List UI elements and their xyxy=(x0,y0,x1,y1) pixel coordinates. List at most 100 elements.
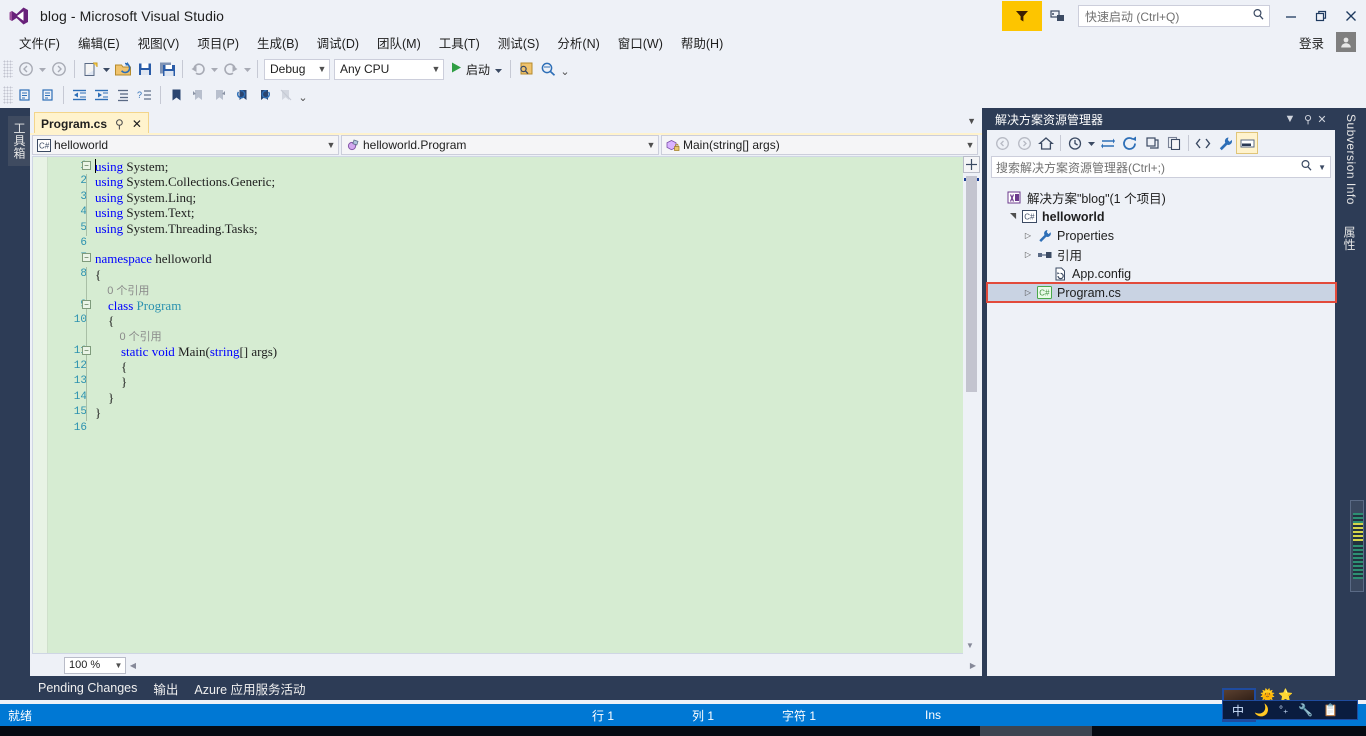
outlining-collapse-icon[interactable]: − xyxy=(82,345,91,355)
navigate-forward-icon[interactable] xyxy=(48,58,70,80)
menu-view[interactable]: 视图(V) xyxy=(129,32,189,53)
maximize-restore-button[interactable] xyxy=(1306,1,1336,31)
tree-item[interactable]: ▷ Properties xyxy=(987,226,1336,245)
expander-collapsed-icon[interactable]: ▷ xyxy=(1021,231,1035,240)
close-icon[interactable]: ✕ xyxy=(132,117,142,131)
menu-window[interactable]: 窗口(W) xyxy=(609,32,672,53)
punctuation-icon[interactable]: °₊ xyxy=(1274,705,1293,716)
redo-icon[interactable] xyxy=(220,58,242,80)
toolbar-grip[interactable] xyxy=(3,60,13,78)
decrease-indent-icon[interactable] xyxy=(68,84,90,106)
scroll-left-icon[interactable]: ◀ xyxy=(126,661,140,670)
expander-collapsed-icon[interactable]: ▷ xyxy=(1021,288,1035,297)
editor-horizontal-scrollbar[interactable] xyxy=(140,658,966,672)
bottom-tab-output[interactable]: 输出 xyxy=(145,679,186,698)
collapse-all-icon[interactable] xyxy=(1141,132,1163,154)
quick-launch-input[interactable]: 快速启动 (Ctrl+Q) xyxy=(1078,5,1270,27)
navbar-type-combo[interactable]: helloworld.Program ▼ xyxy=(341,135,659,155)
outlining-collapse-icon[interactable]: − xyxy=(82,161,91,170)
show-all-files-icon[interactable] xyxy=(1163,132,1185,154)
start-debug-button[interactable]: 启动 xyxy=(446,58,506,80)
properties-wrench-icon[interactable] xyxy=(1214,132,1236,154)
moon-icon[interactable]: 🌙 xyxy=(1249,703,1274,717)
forward-icon[interactable] xyxy=(1013,132,1035,154)
bottom-tab-pending-changes[interactable]: Pending Changes xyxy=(30,681,145,695)
refresh-icon[interactable] xyxy=(1119,132,1141,154)
clear-bookmarks-icon[interactable] xyxy=(275,84,297,106)
expander-expanded-icon[interactable]: ◣ xyxy=(1006,212,1020,221)
previous-bookmark-in-folder-icon[interactable] xyxy=(231,84,253,106)
pending-changes-icon[interactable] xyxy=(1064,132,1086,154)
view-code-icon[interactable] xyxy=(1192,132,1214,154)
tree-item[interactable]: ◣ C# helloworld xyxy=(987,207,1336,226)
minimize-button[interactable] xyxy=(1276,1,1306,31)
toolbar-overflow-icon[interactable]: ⌄ xyxy=(297,84,309,106)
tree-item[interactable]: App.config xyxy=(987,264,1336,283)
outlining-collapse-icon[interactable]: − xyxy=(82,299,91,309)
undo-icon[interactable] xyxy=(187,58,209,80)
wrench-icon[interactable]: 🔧 xyxy=(1293,703,1318,717)
account-avatar-icon[interactable] xyxy=(1336,32,1356,52)
next-bookmark-icon[interactable] xyxy=(209,84,231,106)
tree-item[interactable]: 解决方案"blog"(1 个项目) xyxy=(987,188,1336,207)
increase-indent-icon[interactable] xyxy=(90,84,112,106)
split-editor-icon[interactable] xyxy=(963,156,980,173)
next-bookmark-in-folder-icon[interactable] xyxy=(253,84,275,106)
new-project-dropdown-icon[interactable] xyxy=(101,58,112,80)
save-icon[interactable] xyxy=(134,58,156,80)
menu-edit[interactable]: 编辑(E) xyxy=(69,32,129,53)
undo-dropdown-icon[interactable] xyxy=(209,58,220,80)
menu-debug[interactable]: 调试(D) xyxy=(308,32,368,53)
bottom-tab-azure-activity[interactable]: Azure 应用服务活动 xyxy=(186,679,313,698)
close-icon[interactable]: ✕ xyxy=(1317,113,1335,126)
solution-configuration-combo[interactable]: Debug ▼ xyxy=(264,58,330,80)
tree-item[interactable]: ▷ C# Program.cs xyxy=(986,282,1337,303)
preview-selected-items-icon[interactable] xyxy=(1236,132,1258,154)
menu-help[interactable]: 帮助(H) xyxy=(672,32,732,53)
toolbar-grip[interactable] xyxy=(3,86,13,104)
navbar-member-combo[interactable]: Main(string[] args) ▼ xyxy=(661,135,978,155)
chevron-down-icon[interactable] xyxy=(1086,132,1097,154)
back-icon[interactable] xyxy=(991,132,1013,154)
menu-file[interactable]: 文件(F) xyxy=(10,32,69,53)
notifications-icon[interactable] xyxy=(1044,2,1072,30)
expander-collapsed-icon[interactable]: ▷ xyxy=(1021,250,1035,259)
navbar-project-combo[interactable]: C# helloworld ▼ xyxy=(32,135,339,155)
comment-selection-icon[interactable] xyxy=(15,84,37,106)
document-tab-overflow-icon[interactable]: ▼ xyxy=(967,116,976,126)
ime-menu-icon[interactable]: 📋 xyxy=(1318,703,1343,717)
pin-icon[interactable]: ⚲ xyxy=(115,117,124,131)
ime-mode-label[interactable]: 中 xyxy=(1227,702,1249,719)
editor-vertical-scrollbar[interactable]: ▲ ▼ xyxy=(963,156,980,654)
tree-item[interactable]: ▷ 引用 xyxy=(987,245,1336,264)
format-selection-icon[interactable]: ? xyxy=(134,84,156,106)
sign-in-button[interactable]: 登录 xyxy=(1299,33,1336,52)
menu-test[interactable]: 测试(S) xyxy=(489,32,549,53)
uncomment-selection-icon[interactable] xyxy=(37,84,59,106)
taskbar-item[interactable] xyxy=(980,726,1092,736)
sidebar-tab-toolbox[interactable]: 工具箱 xyxy=(8,116,31,166)
toggle-bookmark-icon[interactable] xyxy=(165,84,187,106)
menu-project[interactable]: 项目(P) xyxy=(188,32,248,53)
redo-dropdown-icon[interactable] xyxy=(242,58,253,80)
menu-build[interactable]: 生成(B) xyxy=(248,32,308,53)
menu-analyze[interactable]: 分析(N) xyxy=(548,32,608,53)
close-button[interactable] xyxy=(1336,1,1366,31)
home-icon[interactable] xyxy=(1035,132,1057,154)
scroll-right-icon[interactable]: ▶ xyxy=(966,661,980,670)
chevron-down-icon[interactable] xyxy=(495,62,503,76)
find-in-files-icon[interactable] xyxy=(537,58,559,80)
scroll-down-icon[interactable]: ▼ xyxy=(966,641,974,650)
chevron-down-icon[interactable]: ▼ xyxy=(1281,113,1299,125)
chevron-down-icon[interactable]: ▼ xyxy=(1318,163,1326,172)
new-project-icon[interactable] xyxy=(79,58,101,80)
sync-with-active-document-icon[interactable] xyxy=(1097,132,1119,154)
pin-icon[interactable]: ⚲ xyxy=(1299,113,1317,126)
save-all-icon[interactable] xyxy=(156,58,178,80)
document-tab-program-cs[interactable]: Program.cs ⚲ ✕ xyxy=(34,112,149,134)
outlining-collapse-icon[interactable]: − xyxy=(82,253,91,263)
feedback-funnel-icon[interactable] xyxy=(1002,1,1042,31)
zoom-level-combo[interactable]: 100 % ▼ xyxy=(64,656,126,674)
format-document-icon[interactable] xyxy=(112,84,134,106)
open-file-icon[interactable] xyxy=(112,58,134,80)
